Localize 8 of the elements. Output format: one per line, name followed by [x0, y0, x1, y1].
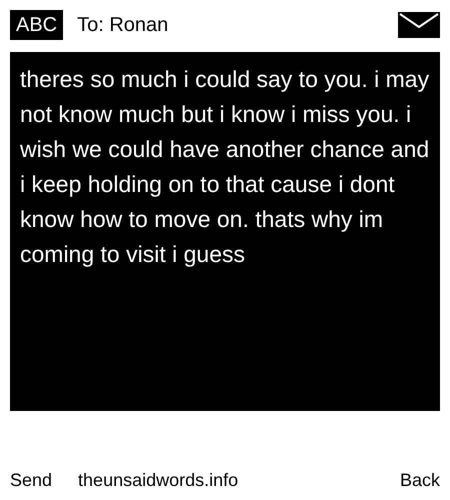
input-mode-badge: ABC: [10, 10, 64, 40]
site-label: theunsaidwords.info: [78, 469, 238, 492]
recipient-label: To: Ronan: [77, 13, 168, 38]
message-area[interactable]: [10, 52, 440, 411]
back-softkey[interactable]: Back: [400, 467, 440, 494]
envelope-icon: [398, 12, 440, 38]
send-softkey[interactable]: Send: [10, 467, 52, 494]
message-text: theres so much i could say to you. i may not know much but i know i miss you. i wish we could have another chance and i keep holding on to that cause i dont know how to move on. thats why im coming to visit i guess: [20, 65, 430, 269]
